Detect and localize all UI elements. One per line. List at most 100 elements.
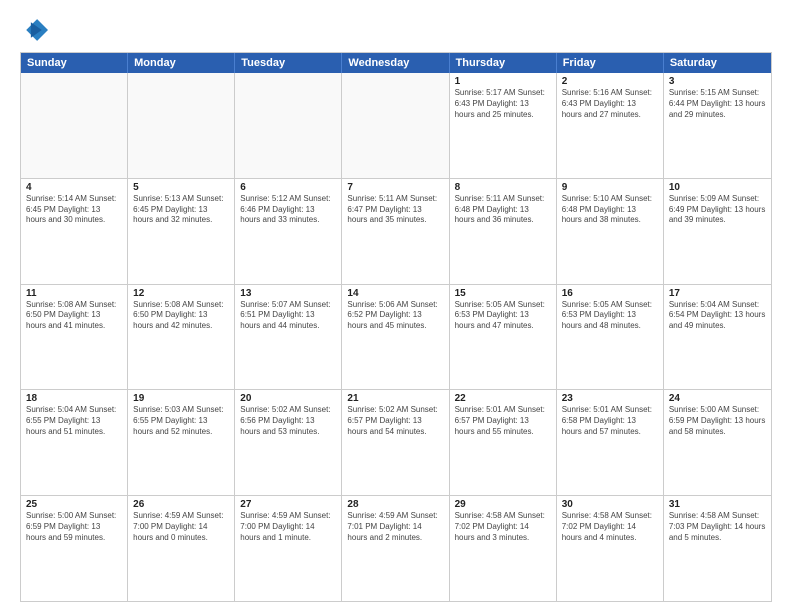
day-number: 13: [240, 288, 336, 299]
day-cell-28: 28Sunrise: 4:59 AM Sunset: 7:01 PM Dayli…: [342, 496, 449, 601]
day-info: Sunrise: 5:16 AM Sunset: 6:43 PM Dayligh…: [562, 88, 658, 120]
day-info: Sunrise: 5:03 AM Sunset: 6:55 PM Dayligh…: [133, 405, 229, 437]
day-number: 24: [669, 393, 766, 404]
day-cell-30: 30Sunrise: 4:58 AM Sunset: 7:02 PM Dayli…: [557, 496, 664, 601]
day-cell-19: 19Sunrise: 5:03 AM Sunset: 6:55 PM Dayli…: [128, 390, 235, 495]
day-number: 4: [26, 182, 122, 193]
day-info: Sunrise: 5:11 AM Sunset: 6:47 PM Dayligh…: [347, 194, 443, 226]
day-cell-16: 16Sunrise: 5:05 AM Sunset: 6:53 PM Dayli…: [557, 285, 664, 390]
day-info: Sunrise: 5:08 AM Sunset: 6:50 PM Dayligh…: [133, 300, 229, 332]
day-cell-27: 27Sunrise: 4:59 AM Sunset: 7:00 PM Dayli…: [235, 496, 342, 601]
day-info: Sunrise: 5:09 AM Sunset: 6:49 PM Dayligh…: [669, 194, 766, 226]
empty-cell-0-2: [235, 73, 342, 178]
day-info: Sunrise: 5:07 AM Sunset: 6:51 PM Dayligh…: [240, 300, 336, 332]
day-cell-10: 10Sunrise: 5:09 AM Sunset: 6:49 PM Dayli…: [664, 179, 771, 284]
day-cell-17: 17Sunrise: 5:04 AM Sunset: 6:54 PM Dayli…: [664, 285, 771, 390]
day-number: 30: [562, 499, 658, 510]
day-cell-18: 18Sunrise: 5:04 AM Sunset: 6:55 PM Dayli…: [21, 390, 128, 495]
day-info: Sunrise: 5:00 AM Sunset: 6:59 PM Dayligh…: [669, 405, 766, 437]
page: SundayMondayTuesdayWednesdayThursdayFrid…: [0, 0, 792, 612]
day-number: 23: [562, 393, 658, 404]
day-info: Sunrise: 5:04 AM Sunset: 6:55 PM Dayligh…: [26, 405, 122, 437]
day-info: Sunrise: 5:05 AM Sunset: 6:53 PM Dayligh…: [455, 300, 551, 332]
day-cell-12: 12Sunrise: 5:08 AM Sunset: 6:50 PM Dayli…: [128, 285, 235, 390]
day-number: 29: [455, 499, 551, 510]
day-info: Sunrise: 4:58 AM Sunset: 7:03 PM Dayligh…: [669, 511, 766, 543]
day-cell-1: 1Sunrise: 5:17 AM Sunset: 6:43 PM Daylig…: [450, 73, 557, 178]
day-info: Sunrise: 5:10 AM Sunset: 6:48 PM Dayligh…: [562, 194, 658, 226]
header-day-thursday: Thursday: [450, 53, 557, 73]
day-info: Sunrise: 4:58 AM Sunset: 7:02 PM Dayligh…: [455, 511, 551, 543]
day-info: Sunrise: 5:11 AM Sunset: 6:48 PM Dayligh…: [455, 194, 551, 226]
day-number: 27: [240, 499, 336, 510]
day-cell-3: 3Sunrise: 5:15 AM Sunset: 6:44 PM Daylig…: [664, 73, 771, 178]
day-cell-22: 22Sunrise: 5:01 AM Sunset: 6:57 PM Dayli…: [450, 390, 557, 495]
day-number: 17: [669, 288, 766, 299]
header-day-sunday: Sunday: [21, 53, 128, 73]
day-number: 31: [669, 499, 766, 510]
day-cell-14: 14Sunrise: 5:06 AM Sunset: 6:52 PM Dayli…: [342, 285, 449, 390]
day-info: Sunrise: 5:12 AM Sunset: 6:46 PM Dayligh…: [240, 194, 336, 226]
day-cell-8: 8Sunrise: 5:11 AM Sunset: 6:48 PM Daylig…: [450, 179, 557, 284]
day-info: Sunrise: 5:13 AM Sunset: 6:45 PM Dayligh…: [133, 194, 229, 226]
day-cell-13: 13Sunrise: 5:07 AM Sunset: 6:51 PM Dayli…: [235, 285, 342, 390]
day-number: 3: [669, 76, 766, 87]
day-number: 2: [562, 76, 658, 87]
day-number: 25: [26, 499, 122, 510]
header-day-wednesday: Wednesday: [342, 53, 449, 73]
day-cell-24: 24Sunrise: 5:00 AM Sunset: 6:59 PM Dayli…: [664, 390, 771, 495]
day-info: Sunrise: 5:01 AM Sunset: 6:58 PM Dayligh…: [562, 405, 658, 437]
day-cell-23: 23Sunrise: 5:01 AM Sunset: 6:58 PM Dayli…: [557, 390, 664, 495]
day-info: Sunrise: 5:00 AM Sunset: 6:59 PM Dayligh…: [26, 511, 122, 543]
week-row-4: 25Sunrise: 5:00 AM Sunset: 6:59 PM Dayli…: [21, 495, 771, 601]
day-info: Sunrise: 5:05 AM Sunset: 6:53 PM Dayligh…: [562, 300, 658, 332]
day-number: 14: [347, 288, 443, 299]
day-number: 6: [240, 182, 336, 193]
day-cell-5: 5Sunrise: 5:13 AM Sunset: 6:45 PM Daylig…: [128, 179, 235, 284]
day-info: Sunrise: 5:04 AM Sunset: 6:54 PM Dayligh…: [669, 300, 766, 332]
header: [20, 16, 772, 44]
week-row-1: 4Sunrise: 5:14 AM Sunset: 6:45 PM Daylig…: [21, 178, 771, 284]
day-cell-7: 7Sunrise: 5:11 AM Sunset: 6:47 PM Daylig…: [342, 179, 449, 284]
day-cell-9: 9Sunrise: 5:10 AM Sunset: 6:48 PM Daylig…: [557, 179, 664, 284]
day-cell-11: 11Sunrise: 5:08 AM Sunset: 6:50 PM Dayli…: [21, 285, 128, 390]
day-cell-25: 25Sunrise: 5:00 AM Sunset: 6:59 PM Dayli…: [21, 496, 128, 601]
day-number: 28: [347, 499, 443, 510]
empty-cell-0-1: [128, 73, 235, 178]
day-number: 19: [133, 393, 229, 404]
day-number: 18: [26, 393, 122, 404]
logo: [20, 16, 52, 44]
header-day-tuesday: Tuesday: [235, 53, 342, 73]
empty-cell-0-3: [342, 73, 449, 178]
day-number: 22: [455, 393, 551, 404]
day-number: 8: [455, 182, 551, 193]
day-number: 9: [562, 182, 658, 193]
day-info: Sunrise: 4:59 AM Sunset: 7:01 PM Dayligh…: [347, 511, 443, 543]
day-cell-21: 21Sunrise: 5:02 AM Sunset: 6:57 PM Dayli…: [342, 390, 449, 495]
day-info: Sunrise: 4:58 AM Sunset: 7:02 PM Dayligh…: [562, 511, 658, 543]
header-day-saturday: Saturday: [664, 53, 771, 73]
day-number: 5: [133, 182, 229, 193]
day-info: Sunrise: 5:14 AM Sunset: 6:45 PM Dayligh…: [26, 194, 122, 226]
day-number: 20: [240, 393, 336, 404]
day-info: Sunrise: 4:59 AM Sunset: 7:00 PM Dayligh…: [240, 511, 336, 543]
day-number: 1: [455, 76, 551, 87]
day-cell-26: 26Sunrise: 4:59 AM Sunset: 7:00 PM Dayli…: [128, 496, 235, 601]
calendar: SundayMondayTuesdayWednesdayThursdayFrid…: [20, 52, 772, 602]
day-number: 11: [26, 288, 122, 299]
day-number: 7: [347, 182, 443, 193]
week-row-0: 1Sunrise: 5:17 AM Sunset: 6:43 PM Daylig…: [21, 73, 771, 178]
day-cell-4: 4Sunrise: 5:14 AM Sunset: 6:45 PM Daylig…: [21, 179, 128, 284]
day-number: 16: [562, 288, 658, 299]
day-cell-15: 15Sunrise: 5:05 AM Sunset: 6:53 PM Dayli…: [450, 285, 557, 390]
calendar-body: 1Sunrise: 5:17 AM Sunset: 6:43 PM Daylig…: [21, 73, 771, 601]
day-info: Sunrise: 4:59 AM Sunset: 7:00 PM Dayligh…: [133, 511, 229, 543]
day-number: 21: [347, 393, 443, 404]
day-info: Sunrise: 5:01 AM Sunset: 6:57 PM Dayligh…: [455, 405, 551, 437]
day-info: Sunrise: 5:08 AM Sunset: 6:50 PM Dayligh…: [26, 300, 122, 332]
day-number: 26: [133, 499, 229, 510]
logo-icon: [20, 16, 48, 44]
day-cell-6: 6Sunrise: 5:12 AM Sunset: 6:46 PM Daylig…: [235, 179, 342, 284]
day-cell-29: 29Sunrise: 4:58 AM Sunset: 7:02 PM Dayli…: [450, 496, 557, 601]
week-row-2: 11Sunrise: 5:08 AM Sunset: 6:50 PM Dayli…: [21, 284, 771, 390]
